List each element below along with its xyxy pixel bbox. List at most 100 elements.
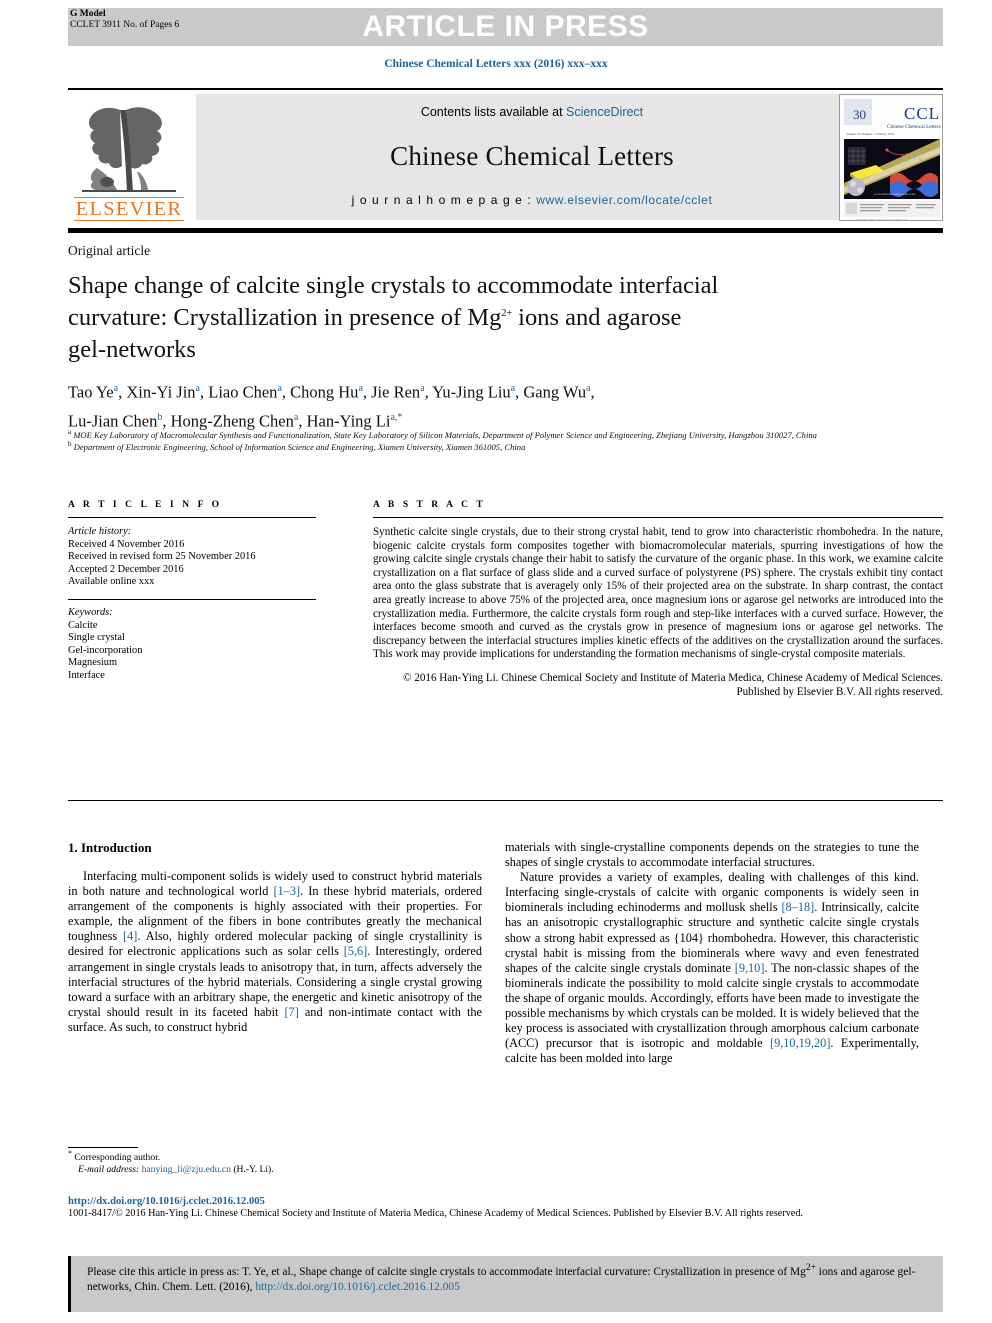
svg-text:Chinese Chemical Letters: Chinese Chemical Letters <box>887 124 941 130</box>
affiliation-marker: a <box>195 383 200 394</box>
affiliation-marker: a <box>510 383 516 394</box>
cite-text: Please cite this article in press as: T.… <box>87 1263 929 1296</box>
affiliation-marker: a <box>420 383 425 394</box>
keyword-item: Single crystal <box>68 632 125 644</box>
g-model-block: G Model CCLET 3911 No. of Pages 6 <box>70 9 179 31</box>
article-history: Article history: Received 4 November 201… <box>68 526 316 589</box>
article-history-label: Article history: <box>68 526 132 537</box>
email-owner: (H.-Y. Li). <box>233 1164 274 1176</box>
title-line-2a: curvature: Crystallization in presence o… <box>68 304 502 331</box>
affiliation-b-text: Department of Electronic Engineering, Sc… <box>73 441 526 452</box>
keyword-item: Gel-incorporation <box>68 644 143 656</box>
body-columns: 1. Introduction Interfacing multi-compon… <box>68 840 943 1170</box>
abstract-text: Synthetic calcite single crystals, due t… <box>373 526 943 661</box>
article-type-label: Original article <box>68 243 151 258</box>
footer-doi-block: http://dx.doi.org/10.1016/j.cclet.2016.1… <box>68 1196 948 1219</box>
article-info-column: A R T I C L E I N F O Article history: R… <box>68 500 316 683</box>
body-column-left: 1. Introduction Interfacing multi-compon… <box>68 840 482 1035</box>
citation-ref-1-3[interactable]: [1–3] <box>273 884 300 898</box>
svg-text:Volume 30 Number 1 January 2: Volume 30 Number 1 January 2019 <box>846 132 895 136</box>
title-superscript: 2+ <box>501 307 513 319</box>
corresponding-author-text: Corresponding author. <box>74 1152 161 1163</box>
paragraph-right-1: materials with single-crystalline compon… <box>505 840 919 870</box>
journal-homepage-line: j o u r n a l h o m e p a g e : www.else… <box>352 193 713 207</box>
citation-ref-7[interactable]: [7] <box>284 1005 298 1019</box>
paragraph-right-2: Nature provides a variety of examples, d… <box>505 870 919 1066</box>
section-heading-introduction: 1. Introduction <box>68 840 152 855</box>
history-item: Available online xxx <box>68 576 155 588</box>
affiliation-a: a MOE Key Laboratory of Macromolecular S… <box>68 428 817 440</box>
abstract-copyright: © 2016 Han-Ying Li. Chinese Chemical Soc… <box>403 671 943 698</box>
email-link[interactable]: hanying_li@zju.edu.cn <box>142 1164 231 1175</box>
paragraph-intro-left: Interfacing multi-component solids is wi… <box>68 869 482 1035</box>
svg-text:30: 30 <box>853 107 866 122</box>
cite-text-a: Please cite this article in press as: T.… <box>87 1266 806 1278</box>
affiliation-a-text: MOE Key Laboratory of Macromolecular Syn… <box>73 430 817 440</box>
keyword-item: Interface <box>68 669 105 681</box>
article-in-press-label: ARTICLE IN PRESS <box>362 10 649 43</box>
paper-page: ARTICLE IN PRESS G Model CCLET 3911 No. … <box>0 0 992 1323</box>
elsevier-tree-icon <box>82 107 176 192</box>
history-item: Received in revised form 25 November 201… <box>68 551 256 563</box>
info-divider-1 <box>68 517 316 518</box>
citation-ref-4[interactable]: [4] <box>123 929 137 943</box>
email-note: E-mail address: hanying_li@zju.edu.cn (H… <box>68 1164 488 1176</box>
citation-ref-8-18[interactable]: [8–18] <box>781 900 814 914</box>
affiliation-b: b Department of Electronic Engineering, … <box>68 439 526 452</box>
cite-superscript: 2+ <box>805 1263 816 1274</box>
abstract-column: A B S T R A C T Synthetic calcite single… <box>373 500 943 699</box>
elsevier-wordmark: ELSEVIER <box>73 197 185 221</box>
keywords-block: Keywords: Calcite Single crystal Gel-inc… <box>68 607 316 683</box>
journal-masthead: ELSEVIER Contents lists available at Sci… <box>68 88 943 221</box>
affiliation-marker: a <box>293 411 299 423</box>
journal-title: Chinese Chemical Letters <box>390 140 674 171</box>
email-label: E-mail address: <box>78 1164 140 1176</box>
contents-line: Contents lists available at ScienceDirec… <box>421 105 643 119</box>
footnote-rule <box>68 1147 138 1149</box>
cite-doi-link[interactable]: http://dx.doi.org/10.1016/j.cclet.2016.1… <box>255 1281 460 1293</box>
svg-text:CCL: CCL <box>904 104 940 123</box>
affiliation-marker: a <box>586 383 591 394</box>
elsevier-logo: ELSEVIER <box>68 93 190 221</box>
svg-text:www.elsevier.com/locate/cclet: www.elsevier.com/locate/cclet <box>874 192 915 196</box>
doi-link[interactable]: http://dx.doi.org/10.1016/j.cclet.2016.1… <box>68 1196 948 1207</box>
journal-cover-art: 30 CCL Chinese Chemical Letters Volume 3… <box>840 95 942 221</box>
keyword-item: Magnesium <box>68 657 118 669</box>
g-model-label: G Model <box>70 9 106 19</box>
keyword-item: Calcite <box>68 619 98 631</box>
affiliation-marker: a <box>277 383 282 394</box>
page-title: Shape change of calcite single crystals … <box>68 270 868 366</box>
title-line-1: Shape change of calcite single crystals … <box>68 272 719 299</box>
corresponding-author-note: * Corresponding author. <box>68 1148 161 1163</box>
history-item: Received 4 November 2016 <box>68 538 185 550</box>
masthead-center-panel: Contents lists available at ScienceDirec… <box>196 94 868 220</box>
journal-running-head: Chinese Chemical Letters xxx (2016) xxx–… <box>384 58 608 70</box>
issn-copyright-line: 1001-8417/© 2016 Han-Ying Li. Chinese Ch… <box>68 1208 803 1219</box>
title-line-3: gel-networks <box>68 336 196 363</box>
citation-ref-9-10[interactable]: [9,10] <box>735 961 765 975</box>
g-model-code: CCLET 3911 No. of Pages 6 <box>70 20 180 30</box>
journal-cover-thumbnail: 30 CCL Chinese Chemical Letters Volume 3… <box>839 94 943 221</box>
footnote-block: * Corresponding author. E-mail address: … <box>68 1148 488 1177</box>
masthead-top-rule <box>68 88 943 90</box>
svg-text:Available online at www.scienc: Available online at www.sciencedirect.co… <box>856 218 909 221</box>
info-divider-2 <box>68 598 316 600</box>
affiliation-marker: a <box>113 383 119 394</box>
citation-ref-9-10-19-20[interactable]: [9,10,19,20] <box>770 1036 830 1050</box>
homepage-label: j o u r n a l h o m e p a g e : <box>351 193 537 207</box>
abstract-bottom-rule <box>68 800 943 801</box>
article-info-heading: A R T I C L E I N F O <box>68 500 223 510</box>
citation-ref-5-6[interactable]: [5,6] <box>344 944 368 958</box>
affiliation-marker-corresponding: a,* <box>390 411 403 423</box>
sciencedirect-link[interactable]: ScienceDirect <box>566 105 643 119</box>
masthead-bottom-rule <box>68 228 943 233</box>
affiliation-marker: b <box>157 411 163 423</box>
keywords-label: Keywords: <box>68 606 113 618</box>
abstract-divider <box>373 517 943 518</box>
journal-homepage-link[interactable]: www.elsevier.com/locate/cclet <box>536 193 712 207</box>
contents-prefix: Contents lists available at <box>420 105 567 119</box>
affiliation-marker: a <box>358 383 363 394</box>
title-line-2b: ions and agarose <box>512 304 682 331</box>
cite-this-article-box: Please cite this article in press as: T.… <box>68 1256 943 1312</box>
article-in-press-bar: ARTICLE IN PRESS <box>68 8 943 46</box>
